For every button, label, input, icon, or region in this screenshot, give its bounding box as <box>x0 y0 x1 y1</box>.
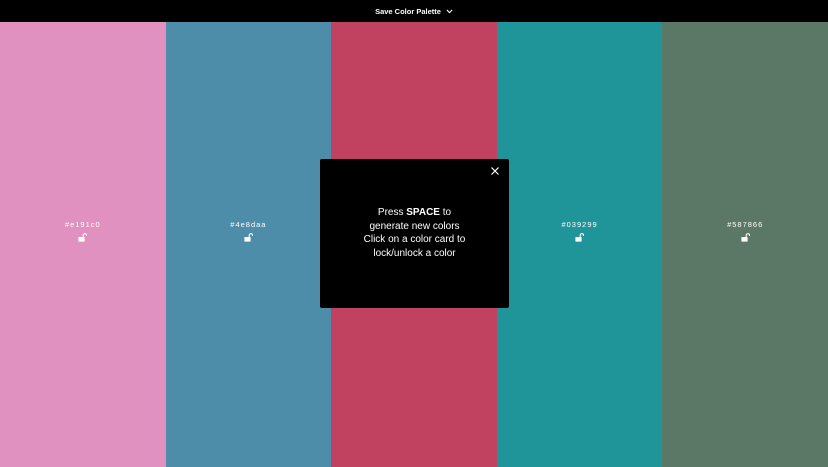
instructions-modal: Press SPACE to generate new colors Click… <box>320 159 509 308</box>
hex-code: #587866 <box>727 220 764 229</box>
chevron-down-icon <box>446 9 453 14</box>
space-key-label: SPACE <box>406 207 440 218</box>
unlock-icon[interactable] <box>575 233 585 242</box>
instructions-line-3: Click on a color card to <box>363 234 466 245</box>
save-palette-button[interactable]: Save Color Palette <box>375 7 453 16</box>
top-bar: Save Color Palette <box>0 0 828 22</box>
instructions-text: Press SPACE to generate new colors Click… <box>320 206 509 260</box>
instructions-line-1: Press SPACE to <box>320 206 509 220</box>
color-card-4[interactable]: #039299 <box>496 22 663 467</box>
instructions-line-4: lock/unlock a color <box>373 247 456 259</box>
close-icon[interactable] <box>489 165 501 177</box>
save-palette-label: Save Color Palette <box>375 6 441 16</box>
instructions-text-post: to <box>439 207 452 218</box>
hex-code: #4e8daa <box>230 220 267 229</box>
color-card-1[interactable]: #e191c0 <box>0 22 166 467</box>
color-card-2[interactable]: #4e8daa <box>165 22 332 467</box>
hex-code: #e191c0 <box>64 220 101 229</box>
instructions-line-2: generate new colors <box>369 220 460 232</box>
hex-code: #039299 <box>561 220 598 229</box>
instructions-text-pre: Press <box>377 207 407 218</box>
unlock-icon[interactable] <box>244 233 253 242</box>
unlock-icon[interactable] <box>741 233 750 242</box>
unlock-icon[interactable] <box>78 233 88 242</box>
color-card-5[interactable]: #587866 <box>662 22 828 467</box>
